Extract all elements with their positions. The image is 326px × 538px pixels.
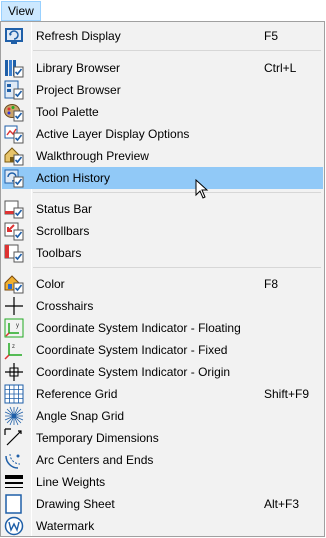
- menu-item-action-history[interactable]: Action History: [2, 167, 323, 189]
- temporary-dimensions-icon: [4, 428, 22, 446]
- coordinate-origin-icon: [5, 363, 23, 381]
- library-browser-icon: [5, 60, 24, 78]
- action-history-icon: [4, 169, 24, 188]
- menu-item-label: Scrollbars: [36, 224, 90, 238]
- walkthrough-preview-icon: [4, 147, 24, 166]
- line-weights-icon: [5, 475, 23, 488]
- layer-display-icon: [4, 125, 24, 144]
- menu-item-shortcut: Shift+F9: [264, 387, 310, 401]
- menu-item-toolbars[interactable]: Toolbars: [2, 242, 323, 264]
- menu-item-label: Project Browser: [36, 83, 121, 97]
- menu-item-temporary-dimensions[interactable]: Temporary Dimensions: [2, 427, 323, 449]
- watermark-icon: [4, 516, 24, 536]
- menu-item-label: Angle Snap Grid: [36, 409, 125, 423]
- svg-text:y: y: [16, 323, 19, 329]
- menu-item-label: Tool Palette: [36, 105, 99, 119]
- drawing-sheet-icon: [5, 494, 22, 514]
- menu-item-label: Line Weights: [36, 475, 106, 489]
- menu-item-refresh-display[interactable]: Refresh Display F5: [2, 25, 323, 47]
- menu-item-watermark[interactable]: Watermark: [2, 515, 323, 537]
- svg-text:z: z: [12, 344, 15, 350]
- menu-bar: View: [0, 0, 326, 22]
- menu-item-line-weights[interactable]: Line Weights: [2, 471, 323, 493]
- status-bar-icon: [4, 200, 24, 219]
- menu-separator: [33, 50, 321, 51]
- scrollbars-icon: [4, 222, 24, 241]
- mouse-pointer-icon: [195, 179, 209, 199]
- menu-item-crosshairs[interactable]: Crosshairs: [2, 295, 323, 317]
- reference-grid-icon: [4, 384, 24, 404]
- menu-item-coordinate-origin[interactable]: Coordinate System Indicator - Origin: [2, 361, 323, 383]
- menu-item-label: Status Bar: [36, 202, 93, 216]
- menu-item-label: Action History: [36, 171, 111, 185]
- menu-item-shortcut: F8: [264, 277, 279, 291]
- menu-item-active-layer-display-options[interactable]: Active Layer Display Options: [2, 123, 323, 145]
- menu-item-label: Drawing Sheet: [36, 497, 115, 511]
- menu-item-tool-palette[interactable]: Tool Palette: [2, 101, 323, 123]
- menu-item-label: Coordinate System Indicator - Origin: [36, 365, 231, 379]
- menu-item-library-browser[interactable]: Library Browser Ctrl+L: [2, 57, 323, 79]
- menu-item-label: Library Browser: [36, 61, 121, 75]
- menu-item-shortcut: Alt+F3: [264, 497, 300, 511]
- menu-item-shortcut: Ctrl+L: [264, 61, 297, 75]
- coordinate-floating-icon: y: [4, 318, 24, 338]
- menu-item-label: Active Layer Display Options: [36, 127, 190, 141]
- menu-item-project-browser[interactable]: Project Browser: [2, 79, 323, 101]
- menu-item-label: Walkthrough Preview: [36, 149, 149, 163]
- view-menu-button[interactable]: View: [1, 1, 41, 21]
- menu-item-status-bar[interactable]: Status Bar: [2, 198, 323, 220]
- color-icon: [4, 275, 24, 294]
- refresh-display-icon: [5, 28, 23, 44]
- menu-item-angle-snap-grid[interactable]: Angle Snap Grid: [2, 405, 323, 427]
- menu-item-label: Coordinate System Indicator - Floating: [36, 321, 241, 335]
- menu-item-label: Arc Centers and Ends: [36, 453, 154, 467]
- tool-palette-icon: [4, 104, 24, 122]
- menu-item-walkthrough-preview[interactable]: Walkthrough Preview: [2, 145, 323, 167]
- menu-item-coordinate-fixed[interactable]: z Coordinate System Indicator - Fixed: [2, 339, 323, 361]
- angle-snap-grid-icon: [4, 406, 24, 426]
- coordinate-fixed-icon: z: [4, 343, 22, 360]
- menu-item-label: Color: [36, 277, 65, 291]
- view-menu-dropdown: Refresh Display F5 Library Browser Ctrl+…: [0, 21, 325, 537]
- menu-item-label: Watermark: [36, 519, 95, 533]
- menu-item-shortcut: F5: [264, 29, 279, 43]
- crosshairs-icon: [5, 297, 23, 315]
- menu-item-coordinate-floating[interactable]: y Coordinate System Indicator - Floating: [2, 317, 323, 339]
- menu-item-label: Refresh Display: [36, 29, 121, 43]
- menu-item-arc-centers-and-ends[interactable]: Arc Centers and Ends: [2, 449, 323, 471]
- menu-item-label: Temporary Dimensions: [36, 431, 159, 445]
- menu-item-reference-grid[interactable]: Reference Grid Shift+F9: [2, 383, 323, 405]
- menu-item-scrollbars[interactable]: Scrollbars: [2, 220, 323, 242]
- project-browser-icon: [4, 80, 24, 100]
- menu-item-label: Reference Grid: [36, 387, 118, 401]
- menu-item-label: Crosshairs: [36, 299, 94, 313]
- menu-item-label: Toolbars: [36, 246, 82, 260]
- toolbars-icon: [4, 244, 24, 263]
- menu-separator: [33, 267, 321, 268]
- menu-item-color[interactable]: Color F8: [2, 273, 323, 295]
- arc-centers-icon: [5, 453, 21, 469]
- menu-item-label: Coordinate System Indicator - Fixed: [36, 343, 228, 357]
- menu-item-drawing-sheet[interactable]: Drawing Sheet Alt+F3: [2, 493, 323, 515]
- menu-separator: [33, 192, 321, 193]
